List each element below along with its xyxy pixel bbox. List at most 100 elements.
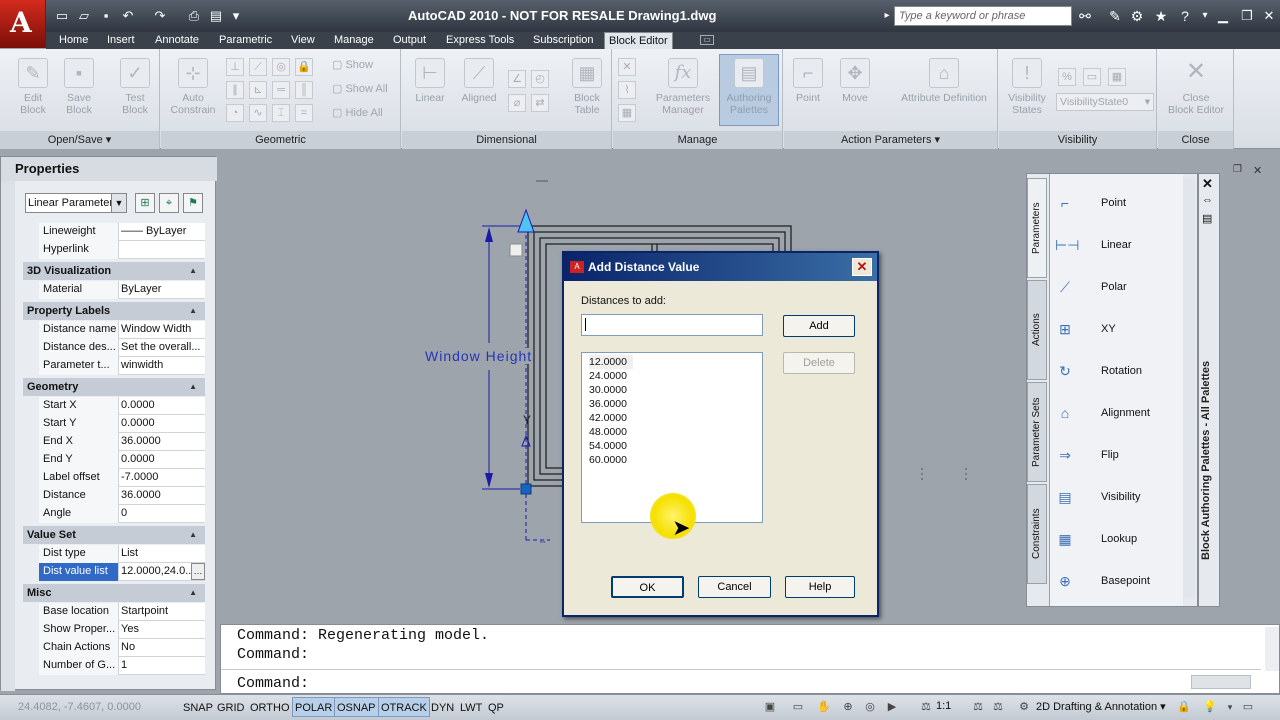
convert-icon[interactable]: ⇄ — [531, 94, 549, 112]
binoculars-icon[interactable]: ⚯ — [1076, 7, 1094, 25]
horizontal-icon[interactable]: ═ — [272, 81, 290, 99]
prop-row-dist-type[interactable]: Dist type List — [39, 545, 205, 563]
hide-all-button[interactable]: ▢ Hide All — [332, 106, 383, 119]
parameters-manager-button[interactable]: fx Parameters Manager — [652, 58, 714, 116]
list-item[interactable]: 36.0000 — [589, 397, 627, 411]
help-icon[interactable]: ? — [1176, 7, 1194, 25]
close-block-editor-button[interactable]: ✕ Close Block Editor — [1160, 58, 1232, 116]
point-parameter-button[interactable]: ⌐ Point — [788, 58, 828, 104]
test-block-button[interactable]: ✓ Test Block — [114, 58, 156, 116]
prop-row-end-y[interactable]: End Y 0.0000 — [39, 451, 205, 469]
prop-row-lineweight[interactable]: Lineweight —— ByLayer — [39, 223, 205, 241]
palette-scrollbar[interactable] — [1183, 178, 1195, 598]
command-prompt[interactable]: Command: — [237, 675, 309, 692]
palette-tab-parameters[interactable]: Parameters — [1027, 178, 1047, 278]
list-item[interactable]: 42.0000 — [589, 411, 627, 425]
subscription-center-icon[interactable]: ✎ — [1106, 7, 1124, 25]
list-item[interactable]: 54.0000 — [589, 439, 627, 453]
toggle-ortho[interactable]: ORTHO — [247, 697, 293, 717]
delete-button[interactable]: Delete — [783, 352, 855, 374]
tab-home[interactable]: Home — [55, 32, 92, 49]
tab-manage[interactable]: Manage — [330, 32, 378, 49]
attribute-definition-button[interactable]: ⌂ Attribute Definition — [892, 58, 996, 104]
workspace-select[interactable]: 2D Drafting & Annotation ▾ — [1036, 700, 1166, 713]
zoom-icon[interactable]: ⊕ — [840, 699, 856, 715]
construction-icon[interactable]: ⌇ — [618, 81, 636, 99]
dialog-close-button[interactable]: ✕ — [852, 258, 872, 276]
equal-icon[interactable]: = — [295, 104, 313, 122]
application-menu-button[interactable]: A — [0, 0, 46, 48]
ok-button[interactable]: OK — [611, 576, 684, 598]
prop-row-base-location[interactable]: Base location Startpoint — [39, 603, 205, 621]
favorites-star-icon[interactable]: ★ — [1152, 7, 1170, 25]
toggle-pickadd-icon[interactable]: ⊞ — [135, 193, 155, 213]
annotation-scale[interactable]: 1:1 — [936, 700, 951, 712]
save-icon[interactable]: ▪ — [98, 8, 114, 24]
prop-row-distance-description[interactable]: Distance des... Set the overall... — [39, 339, 205, 357]
section-3d-visualization[interactable]: 3D Visualization ▲ — [23, 262, 205, 280]
layout-icon[interactable]: ▭ — [790, 699, 806, 715]
drawing-restore-icon[interactable]: ❐ — [1233, 164, 1245, 176]
angular-icon[interactable]: ∠ — [508, 70, 526, 88]
section-geometry[interactable]: Geometry ▲ — [23, 378, 205, 396]
radial-icon[interactable]: ◴ — [531, 70, 549, 88]
tab-view[interactable]: View — [287, 32, 319, 49]
drawing-close-icon[interactable]: ✕ — [1253, 164, 1265, 177]
showmotion-icon[interactable]: ▶ — [884, 699, 900, 715]
coincident-icon[interactable]: ⊥ — [226, 58, 244, 76]
prop-row-distance-name[interactable]: Distance name Window Width — [39, 321, 205, 339]
add-button[interactable]: Add — [783, 315, 855, 337]
move-action-button[interactable]: ✥ Move — [834, 58, 876, 104]
status-menu-icon[interactable]: ▾ — [1222, 699, 1238, 715]
block-table-button[interactable]: ▦ Block Table — [564, 58, 610, 116]
linear-dimension-button[interactable]: ⊢ Linear — [408, 58, 452, 104]
ribbon-minimize-icon[interactable]: ▭ — [700, 35, 714, 45]
quick-access-dropdown-icon[interactable]: ▾ — [228, 8, 244, 24]
toggle-snap[interactable]: SNAP — [180, 697, 216, 717]
open-icon[interactable]: ▱ — [76, 8, 92, 24]
communication-center-icon[interactable]: ⚙ — [1128, 7, 1146, 25]
lock-icon[interactable]: 🔒 — [1176, 699, 1192, 715]
parallel-icon[interactable]: ∥ — [226, 81, 244, 99]
tab-output[interactable]: Output — [389, 32, 430, 49]
visibility-states-button[interactable]: ! Visibility States — [1002, 58, 1052, 116]
show-all-button[interactable]: ▢ Show All — [332, 82, 388, 95]
toggle-polar[interactable]: POLAR — [292, 697, 336, 717]
steeringwheel-icon[interactable]: ◎ — [862, 699, 878, 715]
horizontal-scrollbar[interactable] — [1191, 675, 1251, 689]
lightbulb-icon[interactable]: 💡 — [1202, 699, 1218, 715]
concentric-icon[interactable]: ◎ — [272, 58, 290, 76]
command-window[interactable]: Command: Regenerating model. Command: Co… — [220, 624, 1280, 694]
list-item[interactable]: 48.0000 — [589, 425, 627, 439]
auto-scale-icon[interactable]: ⚖ — [990, 699, 1006, 715]
section-property-labels[interactable]: Property Labels ▲ — [23, 302, 205, 320]
authoring-palettes-button[interactable]: ▤ Authoring Palettes — [719, 54, 779, 126]
toggle-qp[interactable]: QP — [485, 697, 507, 717]
help-button[interactable]: Help — [785, 576, 855, 598]
aligned-dimension-button[interactable]: ⟋ Aligned — [456, 58, 502, 104]
make-visible-icon[interactable]: % — [1058, 68, 1076, 86]
prop-row-number-of-grips[interactable]: Number of G... 1 — [39, 657, 205, 675]
toggle-lwt[interactable]: LWT — [457, 697, 485, 717]
diameter-icon[interactable]: ⌀ — [508, 94, 526, 112]
prop-row-dist-value-list[interactable]: Dist value list 12.0000,24.0...… — [39, 563, 205, 581]
prop-row-show-properties[interactable]: Show Proper... Yes — [39, 621, 205, 639]
tab-annotate[interactable]: Annotate — [151, 32, 203, 49]
redo-icon[interactable]: ↷ — [152, 8, 168, 24]
erase-icon[interactable]: ✕ — [618, 58, 636, 76]
toggle-dyn[interactable]: DYN — [428, 697, 457, 717]
collinear-icon[interactable]: ⟋ — [249, 58, 267, 76]
model-space-icon[interactable]: ▣ — [762, 699, 778, 715]
palette-tab-actions[interactable]: Actions — [1027, 280, 1047, 380]
visibility-state-select[interactable]: VisibilityState0 ▾ — [1056, 93, 1154, 111]
palette-tab-constraints[interactable]: Constraints — [1027, 484, 1047, 584]
show-button[interactable]: ▢ Show — [332, 58, 373, 71]
command-scrollbar[interactable] — [1265, 627, 1279, 671]
auto-constrain-button[interactable]: ⊹ Auto Constrain — [168, 58, 218, 116]
palette-properties-icon[interactable]: ▤ — [1202, 212, 1212, 225]
section-value-set[interactable]: Value Set ▲ — [23, 526, 205, 544]
clean-screen-icon[interactable]: ▭ — [1240, 699, 1256, 715]
list-item[interactable]: 24.0000 — [589, 369, 627, 383]
search-input[interactable]: Type a keyword or phrase — [894, 6, 1072, 26]
ellipsis-button[interactable]: … — [191, 563, 205, 580]
